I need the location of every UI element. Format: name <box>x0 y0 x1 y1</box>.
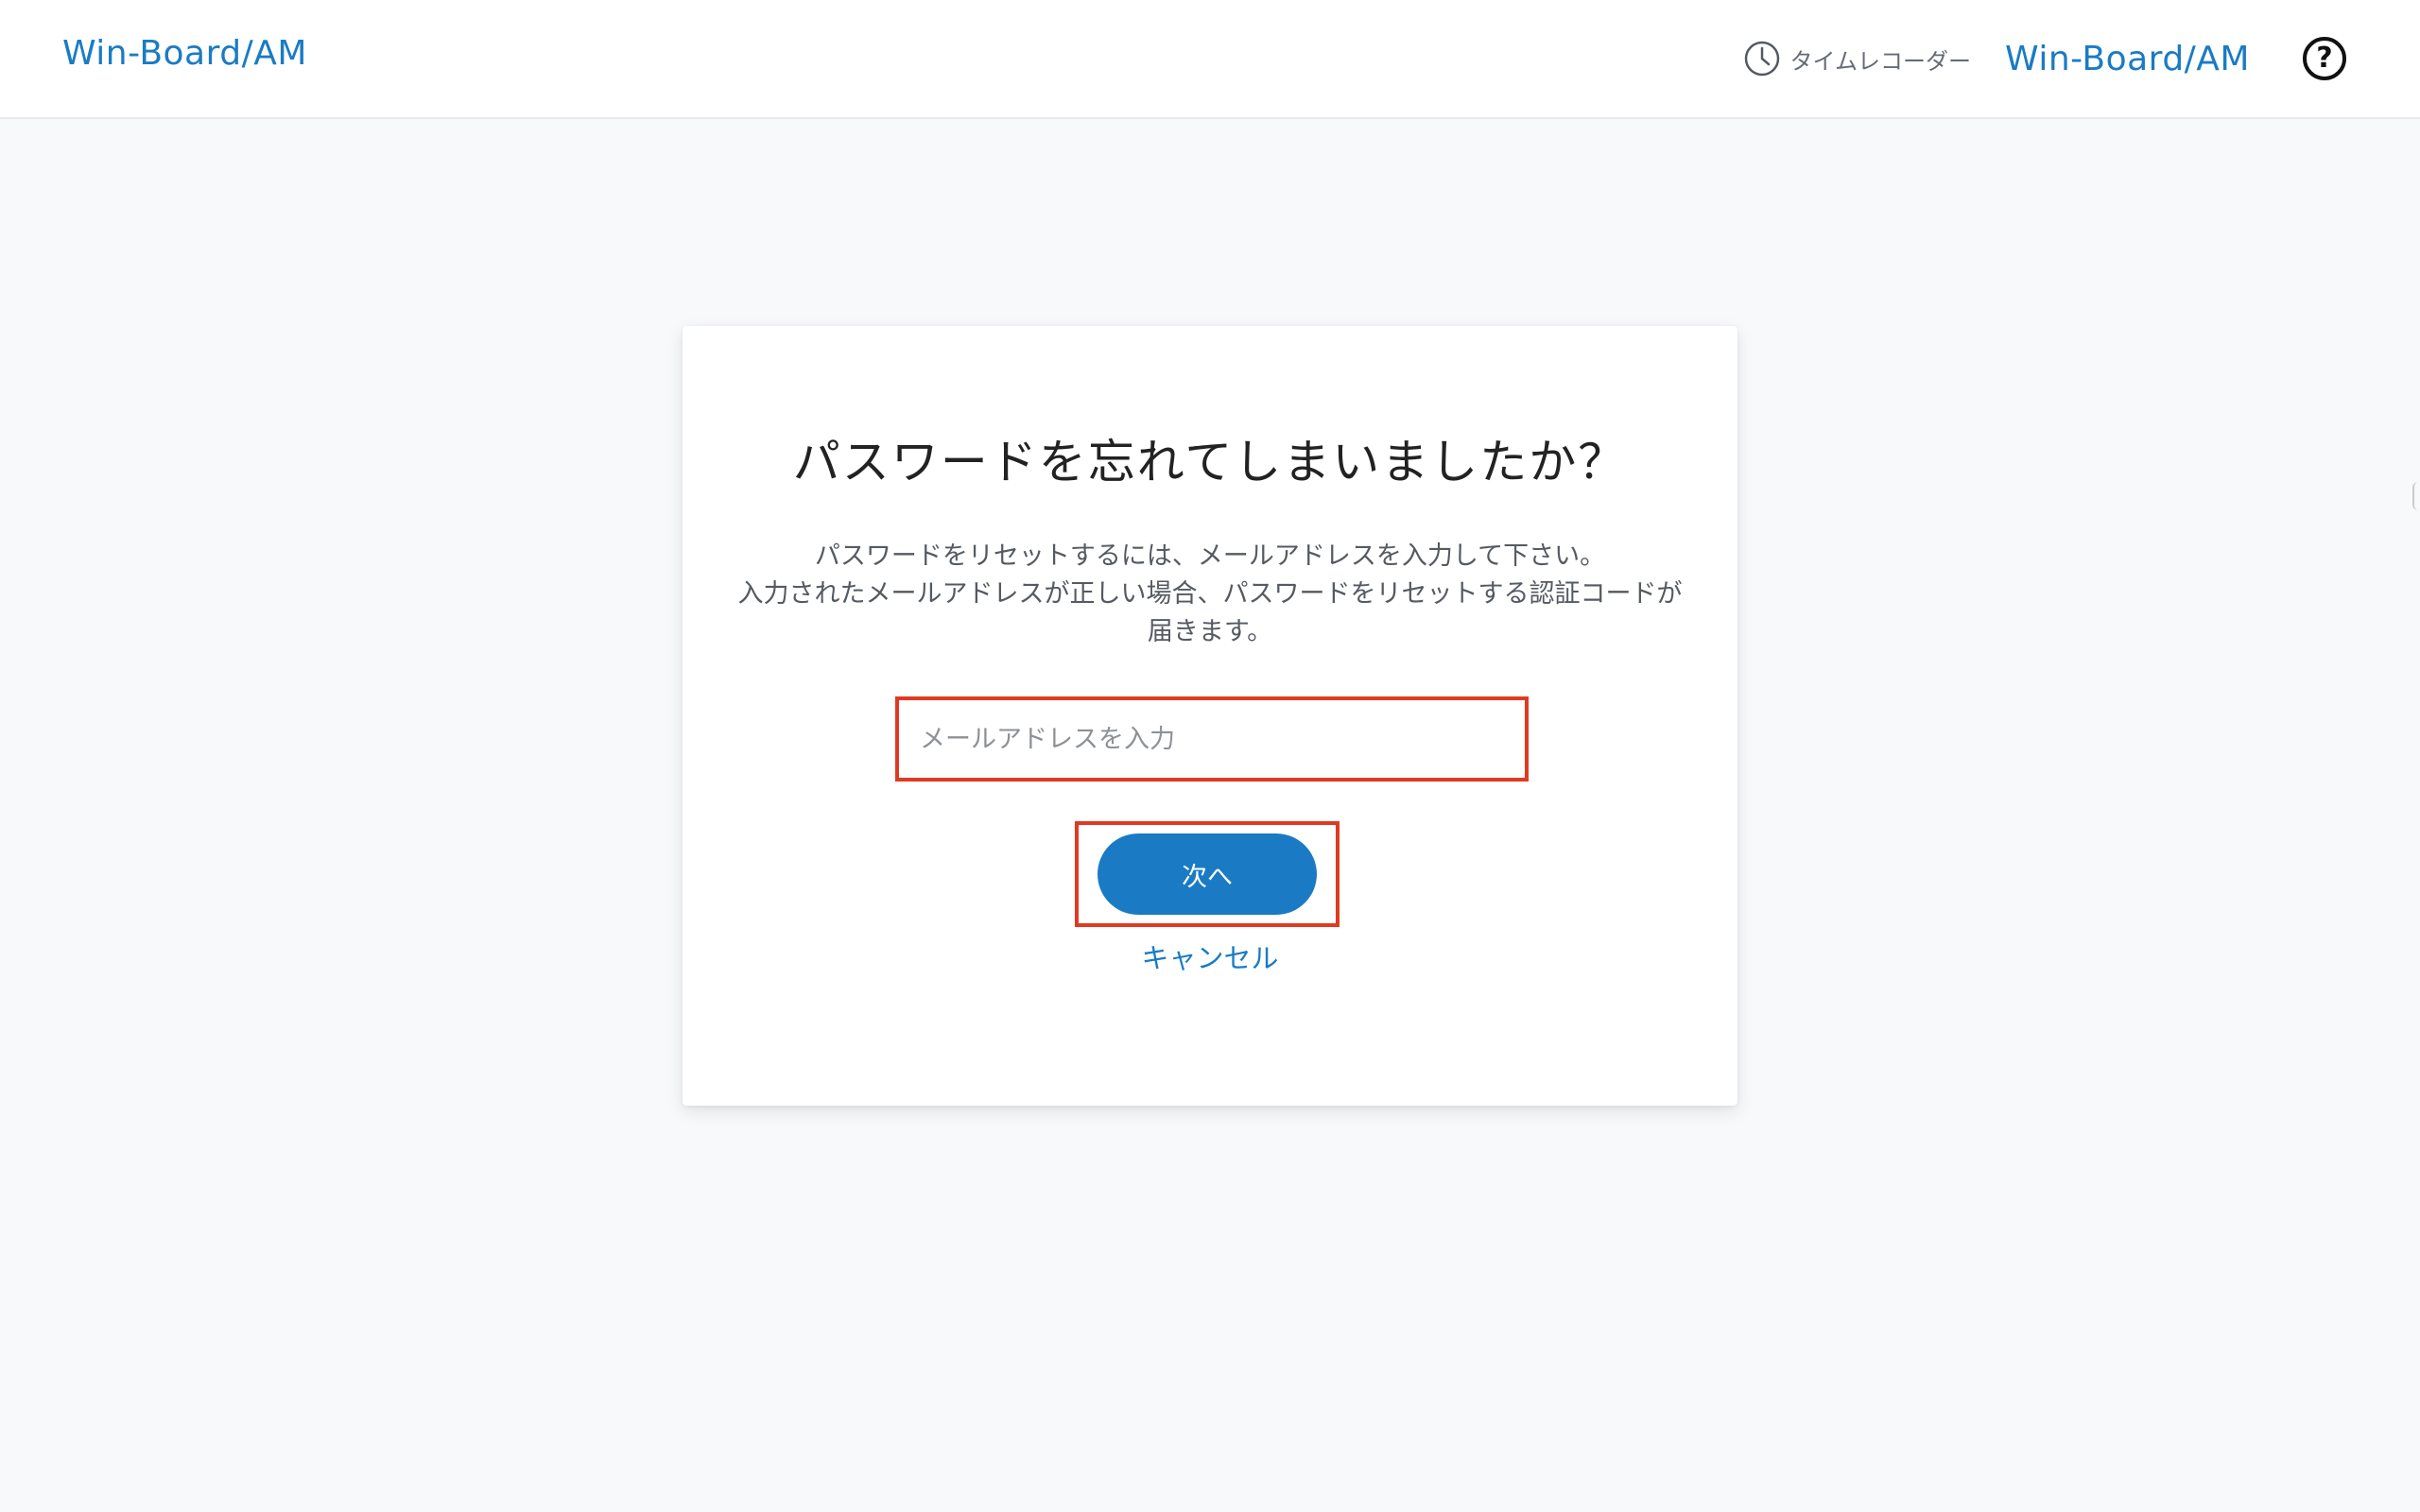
help-icon[interactable]: ? <box>2303 37 2346 80</box>
header-right: タイムレコーダー Win-Board/AM ? <box>1743 28 2346 89</box>
instructions-line-1: パスワードをリセットするには、メールアドレスを入力して下さい。 <box>814 541 1606 571</box>
instructions-text: パスワードをリセットするには、メールアドレスを入力して下さい。 入力されたメール… <box>720 538 1700 651</box>
next-button[interactable]: 次へ <box>1098 833 1317 915</box>
side-edge-handle <box>2412 482 2420 510</box>
clock-icon <box>1744 41 1779 77</box>
forgot-password-card: パスワードを忘れてしまいましたか？ パスワードをリセットするには、メールアドレス… <box>683 326 1737 1106</box>
cancel-link[interactable]: キャンセル <box>683 936 1737 976</box>
brand-logo-right[interactable]: Win-Board/AM <box>2005 40 2250 78</box>
instructions-line-3: 届きます。 <box>1147 617 1273 646</box>
time-recorder-link[interactable]: タイムレコーダー <box>1743 40 1972 77</box>
email-input[interactable] <box>905 706 1519 772</box>
email-highlight-frame <box>895 696 1529 782</box>
next-highlight-frame: 次へ <box>1075 821 1340 927</box>
page-title: パスワードを忘れてしまいましたか？ <box>792 435 1628 490</box>
help-symbol: ? <box>2316 42 2333 75</box>
time-recorder-label: タイムレコーダー <box>1789 47 1972 75</box>
app-header: Win-Board/AM タイムレコーダー Win-Board/AM ? <box>0 0 2420 119</box>
brand-logo-left[interactable]: Win-Board/AM <box>62 34 307 73</box>
instructions-line-2: 入力されたメールアドレスが正しい場合、パスワードをリセットする認証コードが <box>737 579 1683 609</box>
